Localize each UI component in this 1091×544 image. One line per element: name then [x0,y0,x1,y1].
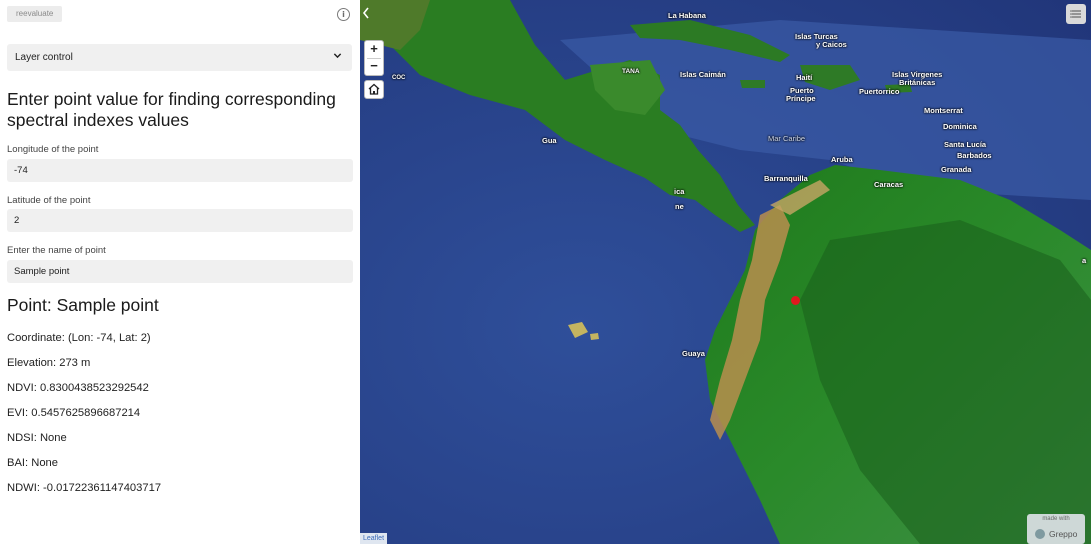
result-bai: BAI: None [7,457,58,469]
satellite-basemap [360,0,1091,544]
point-name-input[interactable] [7,260,353,283]
layers-toggle-button[interactable] [1066,4,1086,24]
map-label-tana: TANA [622,68,640,75]
point-name-label: Enter the name of point [7,245,106,256]
map-label-dominica: Dominica [943,122,977,131]
latitude-label: Latitude of the point [7,195,91,206]
map-label-barbados: Barbados [957,151,992,160]
map-label-barranquilla: Barranquilla [764,174,808,183]
map-label-santa-lucia: Santa Lucía [944,140,987,149]
map-label-britanicas: Británicas [899,78,936,87]
result-coordinate: Coordinate: (Lon: -74, Lat: 2) [7,332,151,344]
longitude-label: Longitude of the point [7,144,99,155]
map-label-y-caicos: y Caicos [816,40,847,49]
map-view[interactable]: La Habana Islas Turcas y Caicos Islas Ca… [360,0,1091,544]
home-icon [368,83,380,95]
chevron-down-icon [333,53,342,59]
map-label-haiti: Haití [796,73,813,82]
zoom-control: + − [364,40,384,76]
map-label-ica: ica [674,187,685,196]
made-with-greppo-badge[interactable]: made with Greppo [1027,514,1085,544]
reevaluate-button[interactable]: reevaluate [7,6,63,22]
result-ndwi: NDWI: -0.01722361147403717 [7,482,162,494]
map-label-guayaquil: Guaya [682,349,705,358]
result-evi: EVI: 0.5457625896687214 [7,407,141,419]
map-label-puerto-rico: Puertorrico [859,87,900,96]
greppo-logo-icon [1035,529,1045,539]
collapse-sidebar-icon[interactable] [362,7,370,19]
made-with-label: made with [1042,516,1070,522]
result-ndvi: NDVI: 0.8300438523292542 [7,382,149,394]
map-label-principe: Príncipe [786,94,816,103]
map-label-aruba: Aruba [831,155,853,164]
layers-icon [1070,10,1081,18]
map-label-granada: Granada [941,165,972,174]
map-label-a-edge: a [1082,256,1087,265]
form-heading: Enter point value for finding correspond… [7,89,336,130]
layer-control-dropdown[interactable]: Layer control [7,44,352,71]
point-title: Point: Sample point [7,295,159,315]
zoom-in-button[interactable]: + [365,41,383,58]
greppo-brand-label: Greppo [1049,529,1078,539]
home-button[interactable] [364,80,384,99]
point-marker[interactable] [791,296,800,305]
zoom-out-button[interactable]: − [365,58,383,75]
map-label-la-habana: La Habana [668,11,706,20]
info-icon[interactable]: i [337,8,350,21]
longitude-input[interactable] [7,159,353,182]
map-label-islas-caiman: Islas Caimán [680,70,726,79]
latitude-input[interactable] [7,209,353,232]
control-panel: reevaluate i Layer control Enter point v… [0,0,360,544]
result-elevation: Elevation: 273 m [7,357,91,369]
leaflet-attribution-link[interactable]: Leaflet [360,533,388,544]
layer-control-label: Layer control [15,52,73,63]
map-label-montserrat: Montserrat [924,106,963,115]
map-label-mar-caribe: Mar Caribe [768,134,806,143]
result-ndsi: NDSI: None [7,432,67,444]
map-label-coc: COC [392,75,406,81]
map-label-gua: Gua [542,136,557,145]
map-label-caracas: Caracas [874,180,904,189]
map-label-ne: ne [675,202,684,211]
